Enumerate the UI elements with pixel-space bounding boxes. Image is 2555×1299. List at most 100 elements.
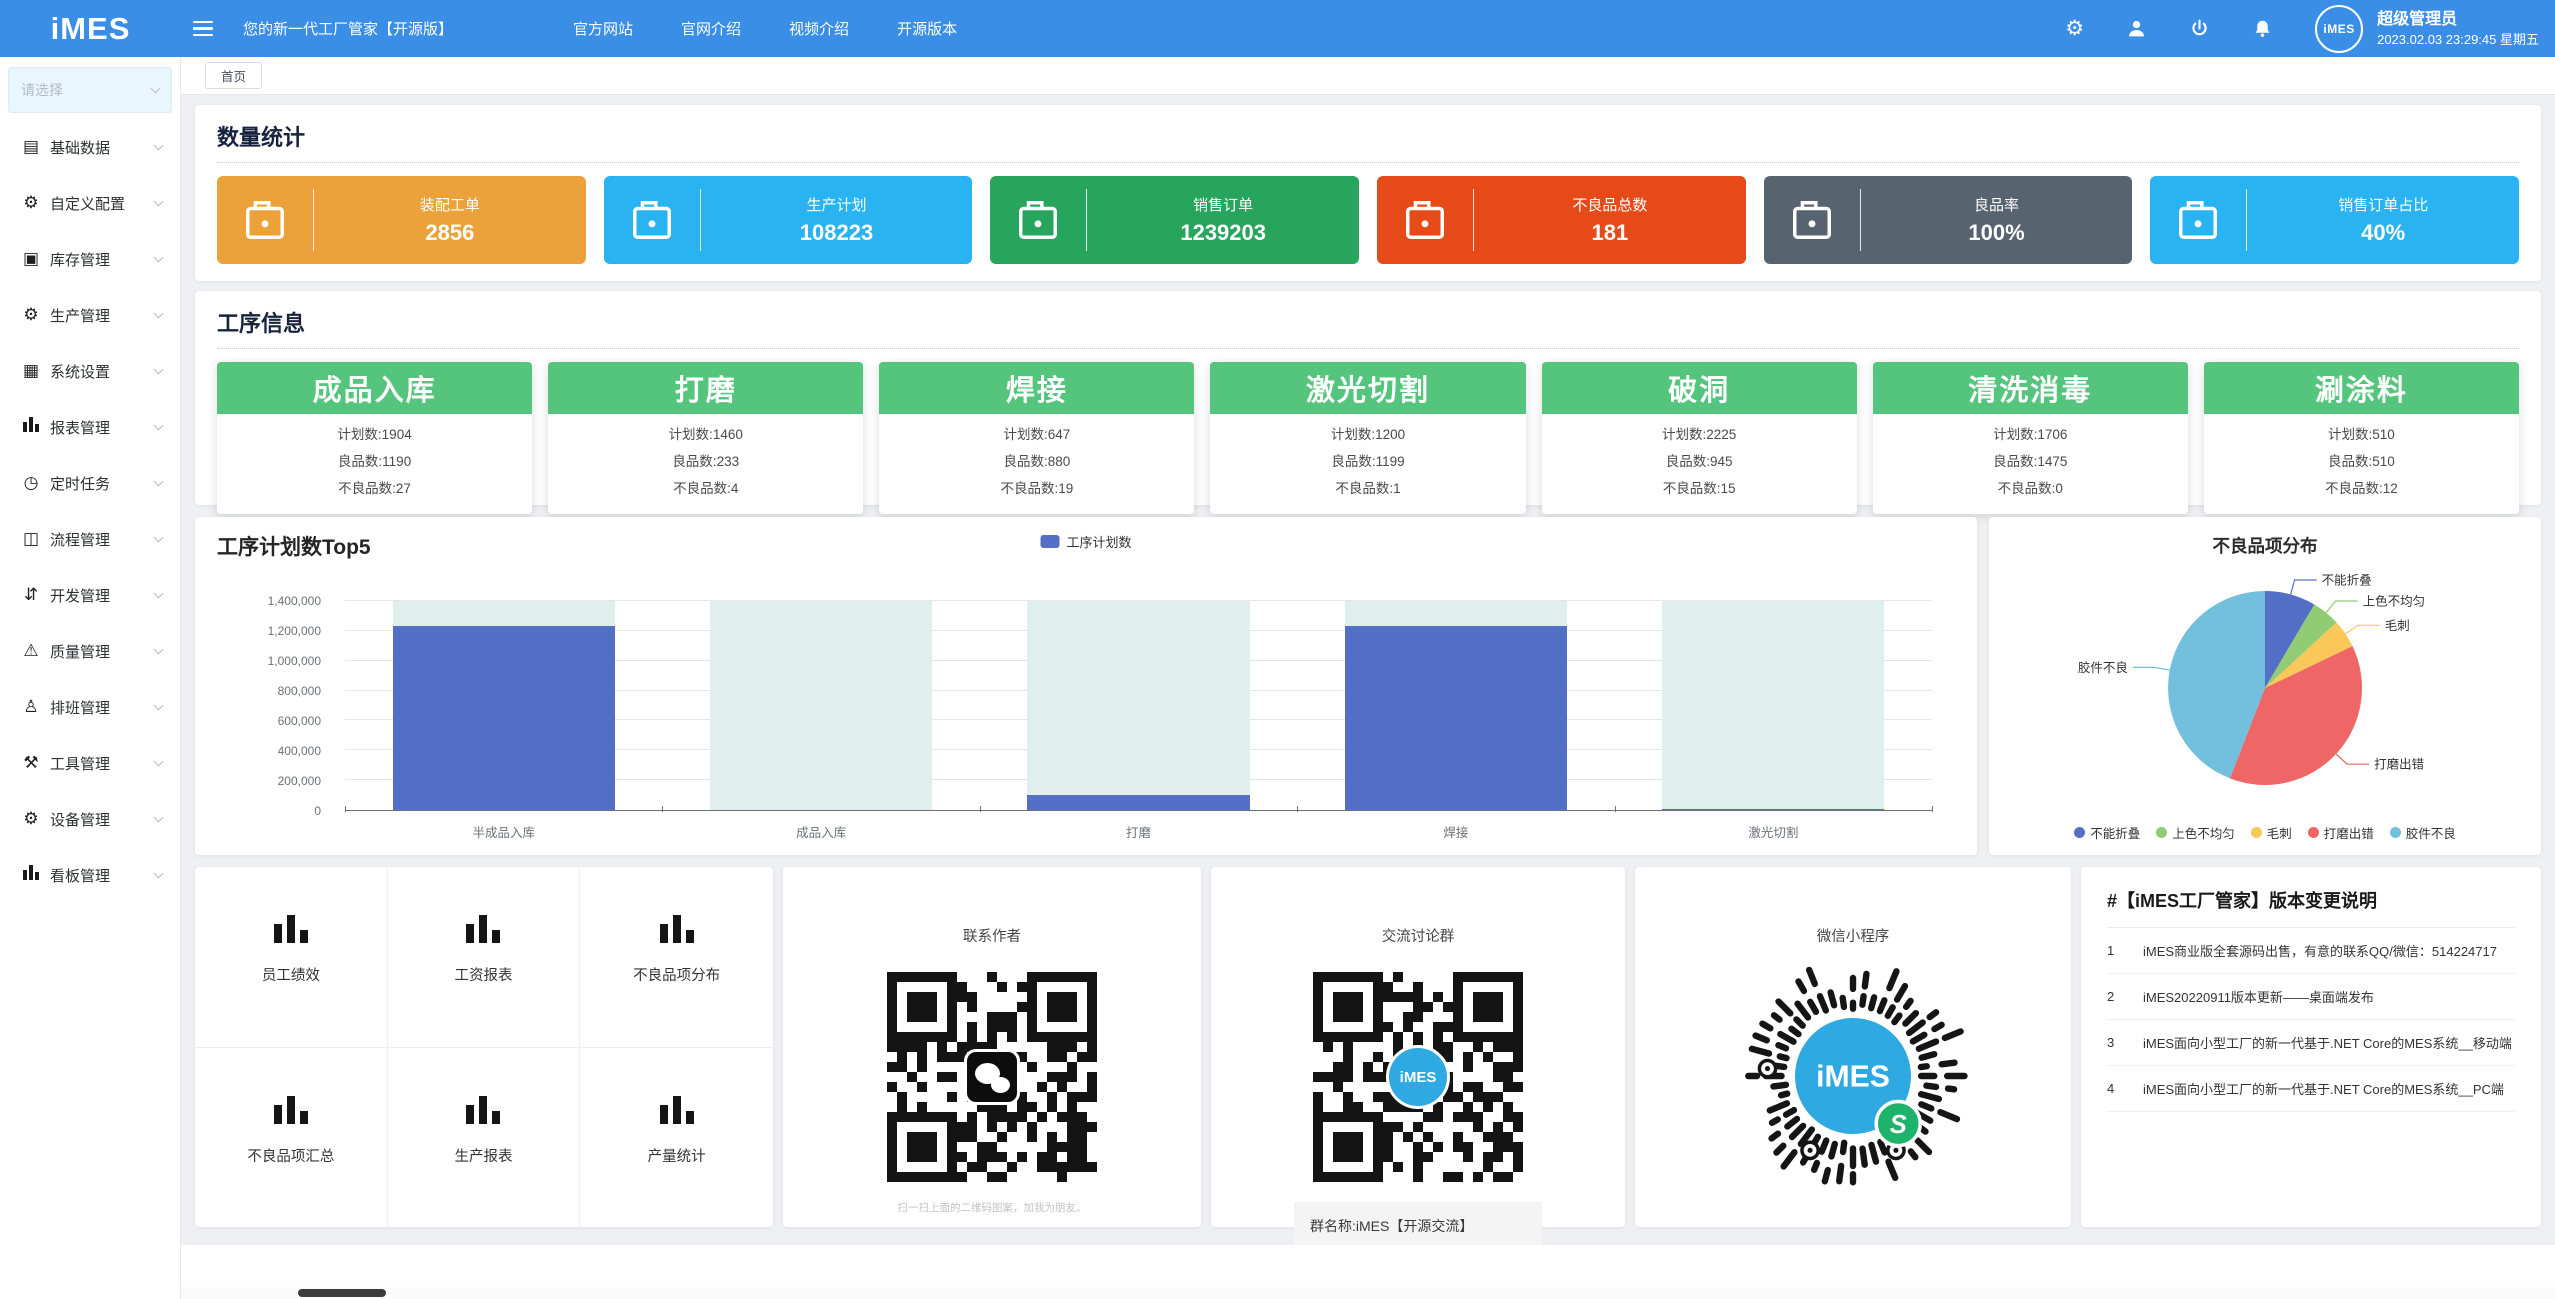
sidebar-item-排班管理[interactable]: ♙ 排班管理: [0, 679, 180, 735]
process-bad: 不良品数:12: [2204, 475, 2519, 502]
sidebar-item-label: 自定义配置: [50, 193, 125, 214]
stat-card-销售订单占比: 销售订单占比 40%: [2150, 176, 2519, 264]
bar-slot-成品入库: [662, 601, 979, 810]
avatar[interactable]: iMES: [2315, 5, 2363, 53]
changelog-title: #【iMES工厂管家】版本变更说明: [2107, 887, 2515, 928]
sidebar-item-看板管理[interactable]: 看板管理: [0, 847, 180, 903]
sidebar-item-生产管理[interactable]: ⚙ 生产管理: [0, 287, 180, 343]
contact-qr-caption: 扫一扫上面的二维码图案，加我为朋友。: [783, 1200, 1201, 1215]
nav-link-视频介绍[interactable]: 视频介绍: [789, 18, 849, 39]
sidebar-item-流程管理[interactable]: ◫ 流程管理: [0, 511, 180, 567]
sidebar-select[interactable]: 请选择: [8, 67, 172, 113]
process-good: 良品数:1199: [1210, 448, 1525, 475]
wechat-logo-icon: [964, 1049, 1020, 1105]
stat-value: 2856: [314, 220, 586, 246]
power-icon[interactable]: [2189, 18, 2210, 39]
process-cards: 成品入库 计划数:1904 良品数:1190 不良品数:27打磨 计划数:146…: [217, 362, 2519, 514]
chevron-down-icon: [154, 477, 164, 487]
sidebar-item-定时任务[interactable]: ◷ 定时任务: [0, 455, 180, 511]
pie-legend-item-打磨出错[interactable]: 打磨出错: [2308, 823, 2374, 842]
chevron-down-icon: [154, 757, 164, 767]
chevron-down-icon: [151, 84, 161, 94]
main-content: 数量统计 装配工单 2856 生产计划 108223 销售订单 1239203 …: [181, 95, 2555, 1245]
sidebar-item-label: 定时任务: [50, 473, 110, 494]
suitcase-icon: [242, 197, 288, 243]
chevron-down-icon: [154, 589, 164, 599]
pie-legend-item-上色不均匀[interactable]: 上色不均匀: [2156, 823, 2235, 842]
header-nav: 官方网站 官网介绍 视频介绍 开源版本: [573, 18, 957, 39]
user-info: 超级管理员 2023.02.03 23:29:45 星期五: [2377, 9, 2539, 48]
gear-icon[interactable]: ⚙: [2065, 18, 2084, 39]
shortcut-不良品项汇总[interactable]: 不良品项汇总: [195, 1048, 388, 1228]
svg-text:不能折叠: 不能折叠: [2322, 573, 2372, 588]
sidebar-item-自定义配置[interactable]: ⚙ 自定义配置: [0, 175, 180, 231]
chevron-down-icon: [154, 533, 164, 543]
grid-icon: ▦: [20, 361, 42, 381]
bar-chart-icon: [466, 1096, 500, 1124]
top-navbar: iMES 您的新一代工厂管家【开源版】 官方网站官网介绍视频介绍开源版本 ⚙ i…: [0, 0, 2555, 57]
pie-legend-item-不能折叠[interactable]: 不能折叠: [2074, 823, 2140, 842]
suitcase-icon: [1015, 197, 1061, 243]
sidebar-item-开发管理[interactable]: ⇵ 开发管理: [0, 567, 180, 623]
nav-link-官方网站[interactable]: 官方网站: [573, 18, 633, 39]
changelog-row: 1 iMES商业版全套源码出售，有意的联系QQ/微信：514224717: [2107, 928, 2515, 974]
sidebar-item-系统设置[interactable]: ▦ 系统设置: [0, 343, 180, 399]
menu-toggle-icon[interactable]: [193, 21, 213, 37]
shortcut-工资报表[interactable]: 工资报表: [388, 867, 581, 1048]
sidebar-item-基础数据[interactable]: ▤ 基础数据: [0, 119, 180, 175]
sidebar-item-库存管理[interactable]: ▣ 库存管理: [0, 231, 180, 287]
svg-text:毛刺: 毛刺: [2385, 619, 2410, 633]
bell-icon[interactable]: [2252, 18, 2273, 39]
changelog-index: 4: [2107, 1081, 2143, 1096]
person-icon: ♙: [20, 697, 42, 717]
gear-icon: ⚙: [20, 193, 42, 213]
sidebar-item-质量管理[interactable]: ⚠ 质量管理: [0, 623, 180, 679]
stat-card-销售订单: 销售订单 1239203: [990, 176, 1359, 264]
stat-label: 不良品总数: [1474, 194, 1746, 215]
user-icon[interactable]: [2126, 18, 2147, 39]
sidebar-item-label: 生产管理: [50, 305, 110, 326]
group-info-box: 群名称:iMES【开源交流】 群 号:724346134: [1294, 1202, 1542, 1245]
process-plan: 计划数:1904: [217, 421, 532, 448]
process-bad: 不良品数:1: [1210, 475, 1525, 502]
changelog-row: 2 iMES20220911版本更新——桌面端发布: [2107, 974, 2515, 1020]
process-card-成品入库: 成品入库 计划数:1904 良品数:1190 不良品数:27: [217, 362, 532, 514]
stat-value: 100%: [1861, 220, 2133, 246]
chevron-down-icon: [154, 253, 164, 263]
x-axis-labels: 半成品入库成品入库打磨焊接激光切割: [345, 822, 1932, 841]
sidebar-item-label: 工具管理: [50, 753, 110, 774]
shortcut-label: 工资报表: [388, 964, 580, 985]
group-number: 群 号:724346134: [1310, 1240, 1526, 1245]
gear-icon: ⚙: [20, 809, 42, 829]
nav-link-开源版本[interactable]: 开源版本: [897, 18, 957, 39]
chevron-down-icon: [154, 309, 164, 319]
x-axis-label: 焊接: [1297, 822, 1614, 841]
bar-chart-legend[interactable]: 工序计划数: [1040, 532, 1131, 551]
process-card-焊接: 焊接 计划数:647 良品数:880 不良品数:19: [879, 362, 1194, 514]
sidebar-item-工具管理[interactable]: ⚒ 工具管理: [0, 735, 180, 791]
scrollbar-thumb[interactable]: [298, 1289, 386, 1297]
pie-chart: 不能折叠上色不均匀毛刺打磨出错胶件不良: [1989, 558, 2541, 821]
pie-legend-item-毛刺[interactable]: 毛刺: [2251, 823, 2292, 842]
sidebar-item-报表管理[interactable]: 报表管理: [0, 399, 180, 455]
nav-link-官网介绍[interactable]: 官网介绍: [681, 18, 741, 39]
user-name: 超级管理员: [2377, 9, 2539, 31]
notebook-icon: ▤: [20, 137, 42, 157]
miniprogram-title: 微信小程序: [1635, 925, 2071, 946]
process-card-破洞: 破洞 计划数:2225 良品数:945 不良品数:15: [1542, 362, 1857, 514]
svg-text:胶件不良: 胶件不良: [2078, 660, 2128, 675]
sidebar-menu: ▤ 基础数据 ⚙ 自定义配置 ▣ 库存管理 ⚙ 生产管理 ▦ 系统设置 报表管理…: [0, 119, 180, 903]
process-card-清洗消毒: 清洗消毒 计划数:1706 良品数:1475 不良品数:0: [1873, 362, 2188, 514]
shortcut-不良品项分布[interactable]: 不良品项分布: [580, 867, 773, 1048]
suitcase-icon: [1789, 197, 1835, 243]
sidebar-item-label: 基础数据: [50, 137, 110, 158]
chevron-down-icon: [154, 869, 164, 879]
pie-legend-item-胶件不良[interactable]: 胶件不良: [2390, 823, 2456, 842]
tab-home[interactable]: 首页: [205, 62, 262, 89]
shortcut-员工绩效[interactable]: 员工绩效: [195, 867, 388, 1048]
sidebar-item-设备管理[interactable]: ⚙ 设备管理: [0, 791, 180, 847]
shortcut-生产报表[interactable]: 生产报表: [388, 1048, 581, 1228]
shortcut-产量统计[interactable]: 产量统计: [580, 1048, 773, 1228]
process-bad: 不良品数:4: [548, 475, 863, 502]
stat-label: 销售订单: [1087, 194, 1359, 215]
